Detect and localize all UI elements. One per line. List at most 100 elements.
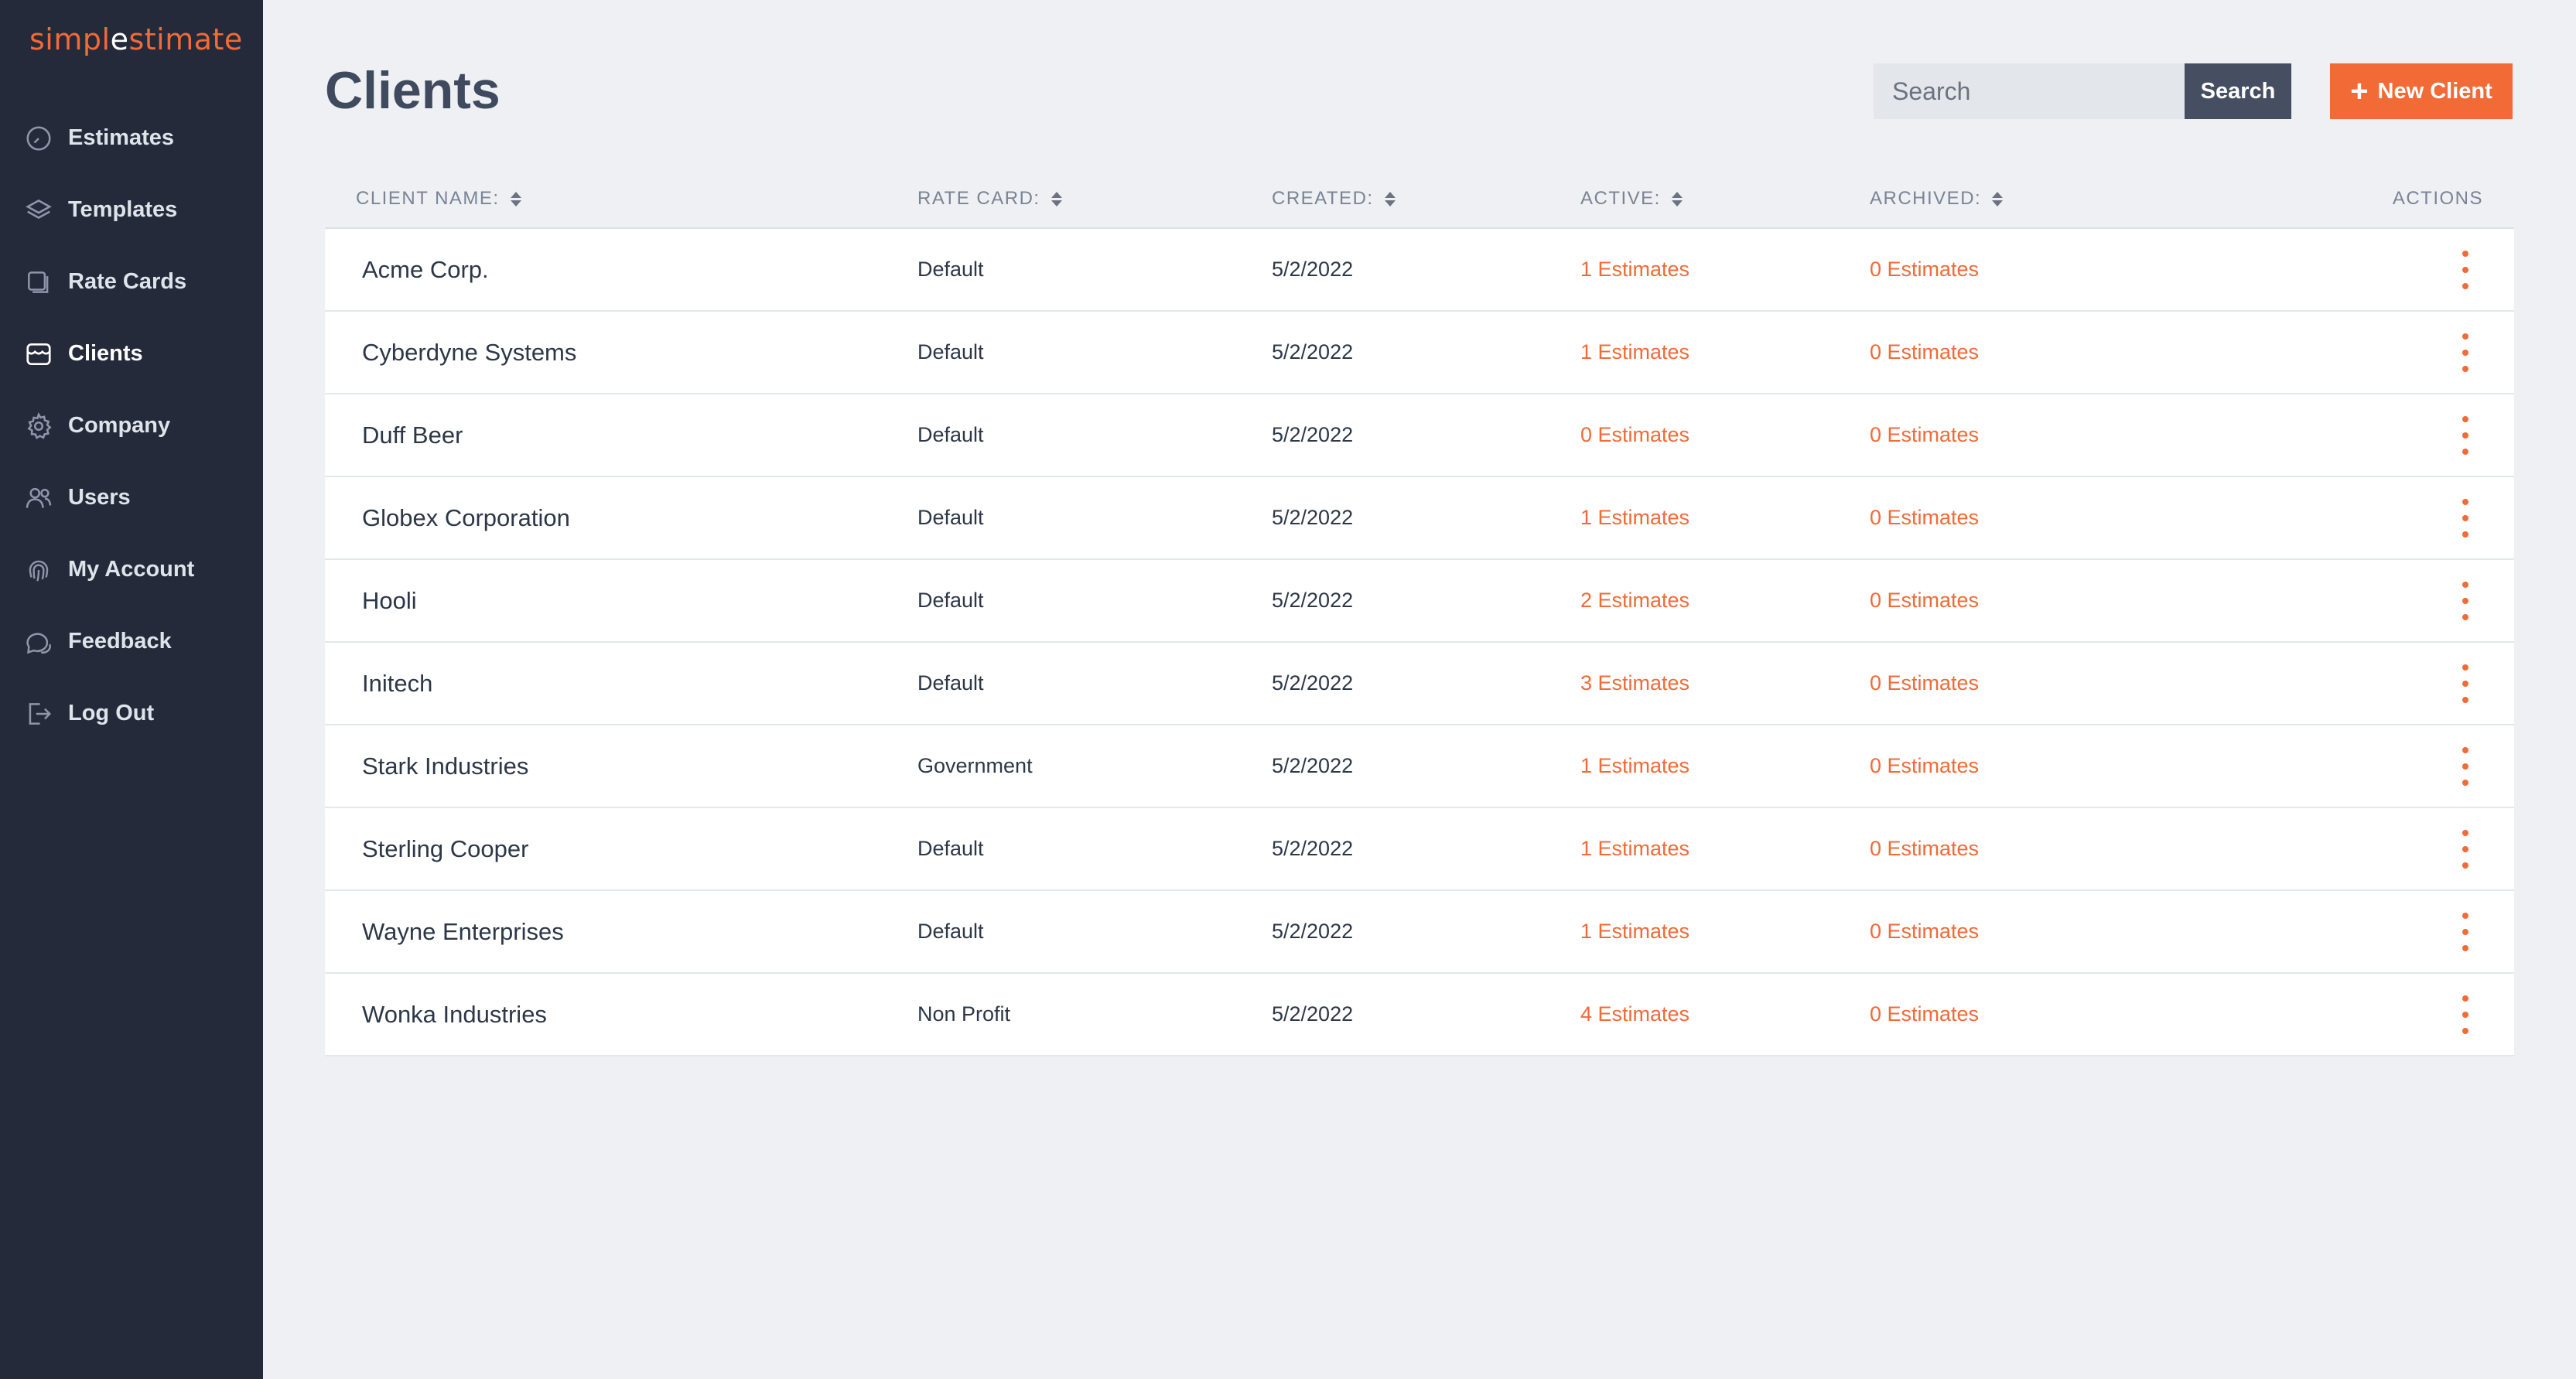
cell-created: 5/2/2022 [1272, 506, 1580, 530]
sidebar-item-users[interactable]: Users [0, 462, 263, 534]
archived-estimates-link[interactable]: 0 Estimates [1870, 589, 1979, 612]
rate-card-value: Default [917, 920, 984, 943]
more-actions-icon[interactable] [2454, 250, 2477, 289]
cell-active: 1 Estimates [1580, 920, 1870, 944]
client-name-link[interactable]: Globex Corporation [362, 504, 570, 531]
more-actions-icon[interactable] [2454, 912, 2477, 951]
cell-created: 5/2/2022 [1272, 589, 1580, 613]
created-value: 5/2/2022 [1272, 754, 1354, 777]
header-label: ACTIONS [2392, 188, 2483, 209]
sidebar-item-feedback[interactable]: Feedback [0, 606, 263, 678]
archived-estimates-link[interactable]: 0 Estimates [1870, 671, 1979, 695]
cards-icon [23, 267, 54, 298]
sidebar-item-log-out[interactable]: Log Out [0, 678, 263, 749]
sidebar-item-templates[interactable]: Templates [0, 174, 263, 246]
active-estimates-link[interactable]: 2 Estimates [1580, 589, 1689, 612]
new-client-button[interactable]: + New Client [2330, 63, 2513, 119]
sidebar-item-label: Users [68, 485, 131, 510]
archived-estimates-link[interactable]: 0 Estimates [1870, 258, 1979, 281]
active-estimates-link[interactable]: 4 Estimates [1580, 1002, 1689, 1026]
archived-estimates-link[interactable]: 0 Estimates [1870, 920, 1979, 943]
client-name-link[interactable]: Acme Corp. [362, 256, 489, 283]
cell-archived: 0 Estimates [1870, 423, 2280, 447]
cell-rate-card: Default [917, 506, 1272, 530]
more-actions-icon[interactable] [2454, 498, 2477, 538]
active-estimates-link[interactable]: 1 Estimates [1580, 920, 1689, 943]
active-estimates-link[interactable]: 1 Estimates [1580, 506, 1689, 529]
more-actions-icon[interactable] [2454, 995, 2477, 1034]
archived-estimates-link[interactable]: 0 Estimates [1870, 1002, 1979, 1026]
cell-name: Duff Beer [325, 422, 917, 449]
active-estimates-link[interactable]: 1 Estimates [1580, 340, 1689, 364]
cell-name: Cyberdyne Systems [325, 339, 917, 367]
client-name-link[interactable]: Hooli [362, 587, 417, 614]
sidebar-item-clients[interactable]: Clients [0, 318, 263, 390]
header-active[interactable]: ACTIVE: [1580, 188, 1870, 210]
app-logo[interactable]: simplestimate [0, 20, 263, 63]
logo-part-3: stimate [128, 22, 243, 56]
cell-actions [2280, 250, 2514, 289]
cell-archived: 0 Estimates [1870, 506, 2280, 530]
client-name-link[interactable]: Sterling Cooper [362, 835, 528, 862]
more-actions-icon[interactable] [2454, 333, 2477, 372]
archived-estimates-link[interactable]: 0 Estimates [1870, 837, 1979, 860]
cell-active: 0 Estimates [1580, 423, 1870, 447]
sidebar-item-estimates[interactable]: Estimates [0, 102, 263, 174]
search-input[interactable] [1874, 63, 2185, 119]
created-value: 5/2/2022 [1272, 506, 1354, 529]
client-name-link[interactable]: Duff Beer [362, 422, 463, 449]
header-archived[interactable]: ARCHIVED: [1870, 188, 2280, 210]
more-actions-icon[interactable] [2454, 664, 2477, 703]
plus-icon: + [2350, 74, 2369, 108]
cell-archived: 0 Estimates [1870, 1002, 2280, 1026]
client-name-link[interactable]: Initech [362, 670, 432, 697]
archived-estimates-link[interactable]: 0 Estimates [1870, 506, 1979, 529]
table-row: Cyberdyne Systems Default 5/2/2022 1 Estima… [325, 312, 2514, 394]
cell-actions [2280, 498, 2514, 538]
sidebar-item-label: Templates [68, 197, 178, 222]
more-actions-icon[interactable] [2454, 581, 2477, 620]
active-estimates-link[interactable]: 1 Estimates [1580, 258, 1689, 281]
search-button[interactable]: Search [2185, 63, 2291, 119]
archived-estimates-link[interactable]: 0 Estimates [1870, 423, 1979, 446]
active-estimates-link[interactable]: 3 Estimates [1580, 671, 1689, 695]
cell-name: Wayne Enterprises [325, 918, 917, 946]
client-name-link[interactable]: Stark Industries [362, 753, 528, 780]
client-name-link[interactable]: Wayne Enterprises [362, 918, 564, 945]
clients-table: CLIENT NAME: RATE CARD: CREATED: ACTIVE:… [325, 170, 2514, 1056]
cell-rate-card: Non Profit [917, 1002, 1272, 1026]
created-value: 5/2/2022 [1272, 340, 1354, 364]
client-name-link[interactable]: Cyberdyne Systems [362, 339, 576, 366]
sort-icon [510, 191, 521, 207]
more-actions-icon[interactable] [2454, 415, 2477, 455]
sort-icon [1384, 191, 1396, 207]
sidebar-item-label: My Account [68, 557, 195, 582]
sort-icon [1051, 191, 1062, 207]
header-client-name[interactable]: CLIENT NAME: [325, 188, 917, 210]
cell-rate-card: Government [917, 754, 1272, 778]
created-value: 5/2/2022 [1272, 423, 1354, 446]
sort-icon [1671, 191, 1683, 207]
archived-estimates-link[interactable]: 0 Estimates [1870, 754, 1979, 777]
sidebar-item-rate-cards[interactable]: Rate Cards [0, 246, 263, 318]
archived-estimates-link[interactable]: 0 Estimates [1870, 340, 1979, 364]
more-actions-icon[interactable] [2454, 829, 2477, 869]
created-value: 5/2/2022 [1272, 837, 1354, 860]
active-estimates-link[interactable]: 0 Estimates [1580, 423, 1689, 446]
header-rate-card[interactable]: RATE CARD: [917, 188, 1272, 210]
cell-actions [2280, 746, 2514, 786]
cell-active: 1 Estimates [1580, 340, 1870, 364]
header-created[interactable]: CREATED: [1272, 188, 1580, 210]
header-label: CREATED: [1272, 188, 1374, 209]
sidebar-item-my-account[interactable]: My Account [0, 534, 263, 606]
more-actions-icon[interactable] [2454, 746, 2477, 786]
created-value: 5/2/2022 [1272, 671, 1354, 695]
active-estimates-link[interactable]: 1 Estimates [1580, 837, 1689, 860]
client-name-link[interactable]: Wonka Industries [362, 1001, 547, 1028]
sidebar-item-label: Estimates [68, 125, 175, 150]
rate-card-value: Default [917, 423, 984, 446]
header-actions: ACTIONS [2280, 188, 2514, 210]
fingerprint-icon [23, 555, 54, 585]
sidebar-item-company[interactable]: Company [0, 390, 263, 462]
active-estimates-link[interactable]: 1 Estimates [1580, 754, 1689, 777]
